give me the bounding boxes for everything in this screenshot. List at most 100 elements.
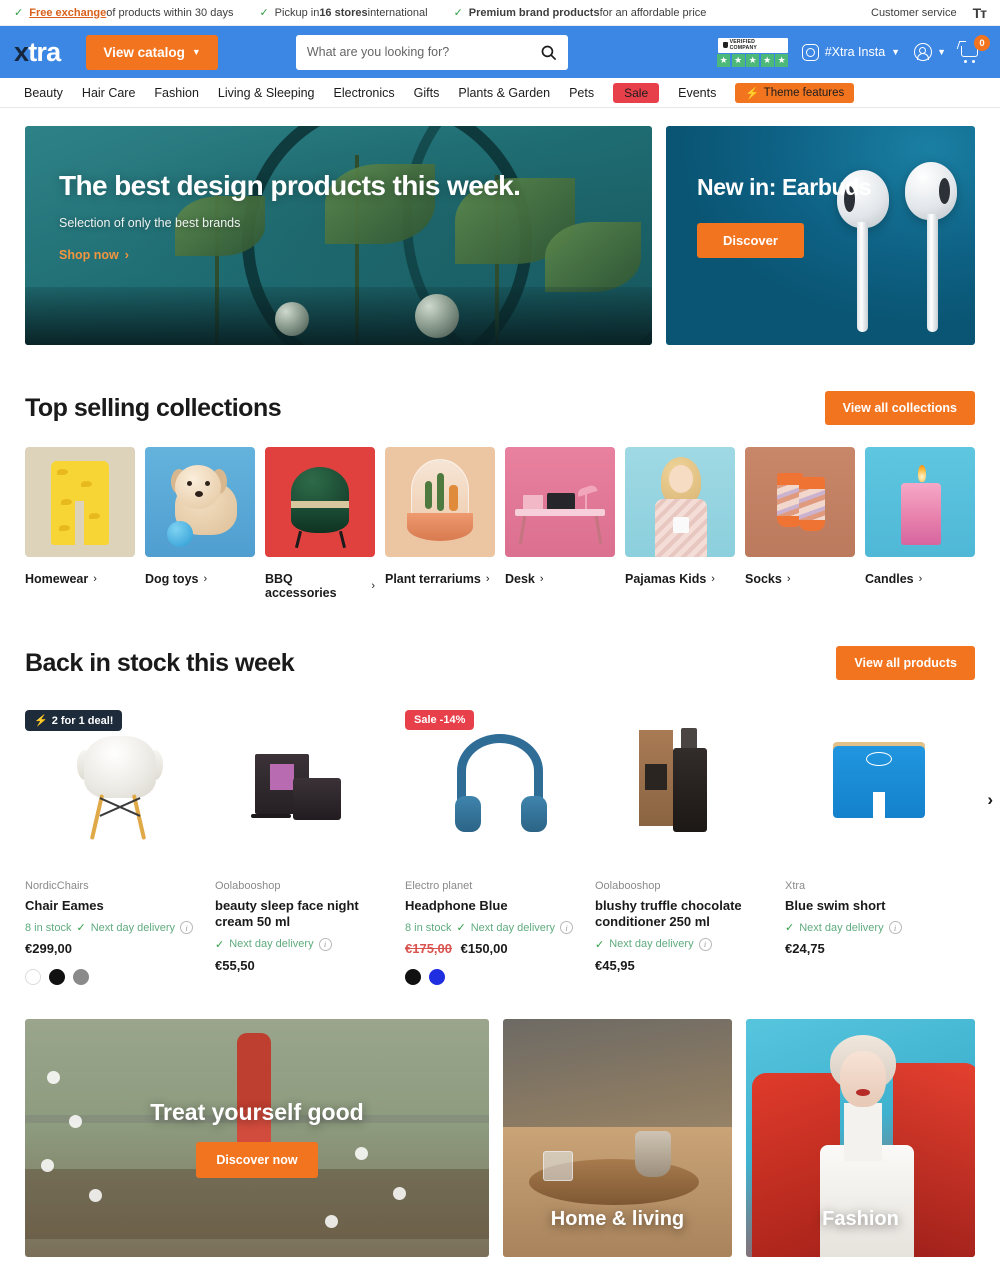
check-icon: ✓ [14, 7, 24, 19]
collection-label-homewear[interactable]: Homewear › [25, 572, 135, 586]
info-icon[interactable]: i [560, 921, 574, 935]
collection-label-socks[interactable]: Socks › [745, 572, 855, 586]
swatch-blue[interactable] [429, 969, 445, 986]
check-icon: ✓ [453, 7, 463, 19]
search-input[interactable] [306, 45, 540, 59]
hero-main-banner[interactable]: The best design products this week. Sele… [25, 126, 652, 345]
swatch-white[interactable] [25, 969, 41, 986]
collection-label-candles[interactable]: Candles › [865, 572, 975, 586]
candle-art [901, 483, 941, 545]
discover-button[interactable]: Discover [697, 223, 804, 259]
account-icon [914, 43, 933, 61]
nav-item-sale[interactable]: Sale [613, 82, 660, 103]
swatch-black[interactable] [405, 969, 421, 986]
check-icon: ✓ [456, 922, 466, 935]
collection-label-pajamas-kids[interactable]: Pajamas Kids › [625, 572, 735, 586]
nav-item-electronics[interactable]: Electronics [334, 86, 395, 100]
promo-tile-home-living[interactable]: Home & living [502, 1019, 732, 1258]
product-name[interactable]: Headphone Blue [405, 898, 585, 914]
flame-icon [918, 465, 926, 482]
product-badge-label: 2 for 1 deal! [51, 714, 114, 727]
nav-item-hair-care[interactable]: Hair Care [82, 86, 136, 100]
collection-card[interactable]: Pajamas Kids › [625, 447, 735, 600]
collection-card[interactable]: Socks › [745, 447, 855, 600]
promo-tile-fashion[interactable]: Fashion [745, 1019, 975, 1258]
carousel-next-arrow[interactable]: › [987, 790, 993, 810]
collection-label-dog-toys[interactable]: Dog toys › [145, 572, 255, 586]
usp-premium: ✓ Premium brand products for an affordab… [453, 6, 707, 20]
promo-tile-treat-yourself[interactable]: Treat yourself good Discover now [25, 1019, 489, 1258]
product-card[interactable]: Oolabooshop blushy truffle chocolate con… [595, 702, 785, 985]
usp-premium-text: for an affordable price [599, 6, 707, 19]
nav-item-plants-garden[interactable]: Plants & Garden [458, 86, 550, 100]
product-card[interactable]: Sale -14% Electro planet Headphone Blue … [405, 702, 595, 986]
collection-image-dog-toys [145, 447, 255, 557]
product-name[interactable]: Blue swim short [785, 898, 965, 914]
info-icon[interactable]: i [888, 921, 902, 935]
cart-button[interactable]: 0 [956, 35, 990, 64]
product-name[interactable]: blushy truffle chocolate conditioner 250… [595, 898, 775, 931]
product-delivery: Next day delivery [229, 938, 314, 950]
info-icon[interactable]: i [180, 921, 194, 935]
info-icon[interactable]: i [318, 937, 332, 951]
nav-item-beauty[interactable]: Beauty [24, 86, 63, 100]
dog-ball-art [167, 521, 193, 547]
hero-floor-shadow [25, 287, 652, 345]
product-image[interactable]: ⚡ 2 for 1 deal! [25, 702, 205, 880]
collection-card[interactable]: BBQ accessories › [265, 447, 375, 600]
product-card[interactable]: Xtra Blue swim short ✓ Next day delivery… [785, 702, 975, 985]
sock-cuff-art [799, 477, 825, 489]
product-image[interactable] [785, 702, 965, 880]
hero-side-copy: New in: Earbuds Discover [666, 126, 975, 259]
collection-label-bbq[interactable]: BBQ accessories › [265, 572, 375, 600]
swatch-grey[interactable] [73, 969, 89, 986]
collection-card[interactable]: Dog toys › [145, 447, 255, 600]
account-menu[interactable]: ▼ [914, 43, 946, 61]
nav-item-gifts[interactable]: Gifts [414, 86, 440, 100]
collection-card[interactable]: Desk › [505, 447, 615, 600]
product-image[interactable] [215, 702, 395, 880]
view-all-products-button[interactable]: View all products [836, 646, 975, 680]
banana-art [89, 513, 100, 519]
collection-label-terrarium[interactable]: Plant terrariums › [385, 572, 495, 586]
info-icon[interactable]: i [698, 937, 712, 951]
view-catalog-button[interactable]: View catalog ▼ [86, 34, 218, 70]
site-logo[interactable]: xtra [14, 38, 61, 66]
product-name[interactable]: Chair Eames [25, 898, 205, 914]
cart-wheel [972, 60, 975, 63]
view-all-collections-button[interactable]: View all collections [824, 391, 975, 425]
search-icon[interactable] [540, 44, 557, 61]
search-bar[interactable] [295, 34, 568, 70]
product-card[interactable]: Oolabooshop beauty sleep face night crea… [215, 702, 405, 985]
collection-card[interactable]: Candles › [865, 447, 975, 600]
product-card[interactable]: ⚡ 2 for 1 deal! NordicChairs Chair Eames… [25, 702, 215, 986]
free-exchange-link[interactable]: Free exchange [29, 7, 106, 19]
hero-side-banner[interactable]: New in: Earbuds Discover [666, 126, 975, 345]
collection-card[interactable]: Plant terrariums › [385, 447, 495, 600]
nav-item-pets[interactable]: Pets [569, 86, 594, 100]
nav-item-theme-features[interactable]: ⚡ Theme features [735, 82, 855, 103]
product-availability: ✓ Next day delivery i [595, 937, 775, 951]
promo-discover-now-button[interactable]: Discover now [196, 1141, 318, 1178]
nav-item-fashion[interactable]: Fashion [154, 86, 198, 100]
hero-shop-now-link[interactable]: Shop now › [59, 248, 129, 262]
product-name[interactable]: beauty sleep face night cream 50 ml [215, 898, 395, 931]
customer-service-link[interactable]: Customer service [871, 7, 957, 19]
collection-name: Desk [505, 572, 535, 586]
swimshort-tie-art [866, 752, 892, 766]
chevron-right-icon: › [918, 573, 923, 585]
collection-card[interactable]: Homewear › [25, 447, 135, 600]
product-image[interactable]: Sale -14% [405, 702, 585, 880]
product-image[interactable] [595, 702, 775, 880]
nav-item-living-sleeping[interactable]: Living & Sleeping [218, 86, 315, 100]
conditioner-bottle-art [673, 748, 707, 832]
check-icon: ✓ [595, 938, 605, 951]
banana-art [57, 469, 68, 475]
text-size-icon[interactable]: Tт [973, 5, 987, 21]
collection-label-desk[interactable]: Desk › [505, 572, 615, 586]
products-header: Back in stock this week View all product… [25, 646, 975, 680]
verified-company-badge[interactable]: VERIFIED COMPANY ★ ★ ★ ★ ★ [717, 37, 789, 67]
swatch-black[interactable] [49, 969, 65, 986]
instagram-link[interactable]: #Xtra Insta ▼ [801, 43, 900, 61]
nav-item-events[interactable]: Events [678, 86, 716, 100]
